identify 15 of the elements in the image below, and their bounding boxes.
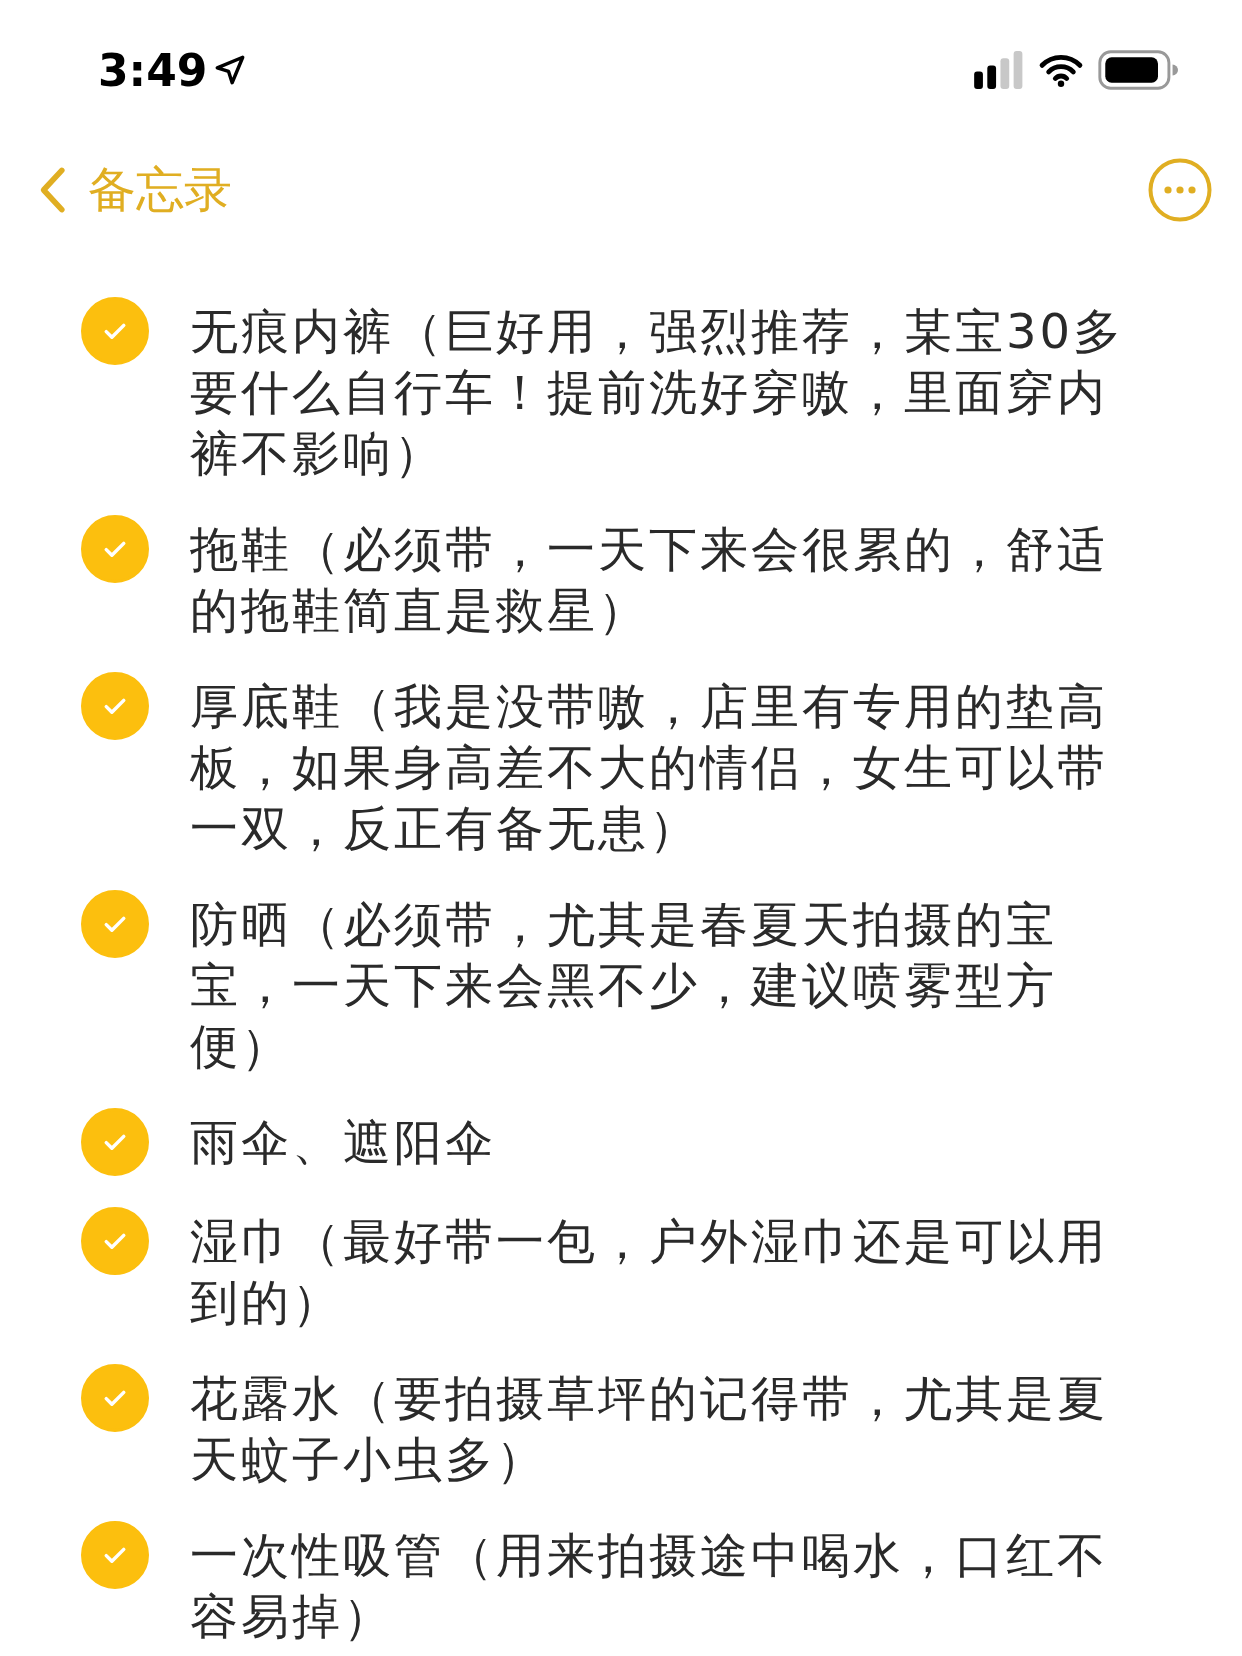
checklist-item-text: 无痕内裤（巨好用，强烈推荐，某宝30多要什么自行车！提前洗好穿嗷，里面穿内裤不影响） [190,302,1126,483]
checklist-item-text: 防晒（必须带，尤其是春夏天拍摄的宝宝，一天下来会黑不少，建议喷雾型方便） [190,895,1058,1076]
chevron-left-icon [38,166,66,214]
checklist-item-text: 厚底鞋（我是没带嗷，店里有专用的垫高板，如果身高差不大的情侣，女生可以带一双，反正有备无患） [190,677,1109,858]
checklist-item-text: 湿巾（最好带一包，户外湿巾还是可以用到的） [190,1212,1109,1332]
signal-icon [974,51,1024,89]
checklist-item-text: 拖鞋（必须带，一天下来会很累的，舒适的拖鞋简直是救星） [190,520,1109,640]
battery-icon [1098,50,1178,90]
checklist-item-text: 花露水（要拍摄草坪的记得带，尤其是夏天蚊子小虫多） [190,1369,1109,1489]
checklist-item-text: 一次性吸管（用来拍摄途中喝水，口红不容易掉） [190,1526,1109,1646]
checklist-item-text: 雨伞、遮阳伞 [190,1113,497,1172]
back-button[interactable]: 备忘录 [38,158,232,222]
wifi-icon [1038,53,1084,87]
more-icon[interactable] [1148,158,1212,222]
status-time: 3:49 [98,44,208,96]
